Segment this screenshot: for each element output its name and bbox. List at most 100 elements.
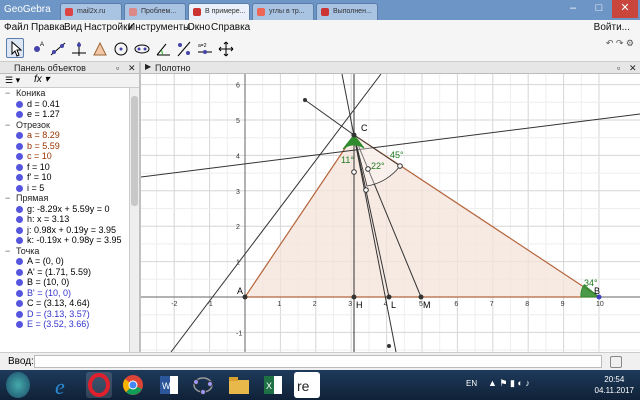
word-icon[interactable]: W: [156, 372, 182, 398]
perpendicular-line-tool-icon[interactable]: [69, 38, 87, 58]
move-tool-icon[interactable]: [6, 38, 24, 58]
algebra-item[interactable]: e = 1.27: [0, 109, 128, 120]
menu-settings[interactable]: Настройки: [84, 22, 133, 33]
point-d[interactable]: [351, 169, 357, 175]
close-view-icon[interactable]: ✕: [629, 63, 637, 74]
visibility-toggle-icon[interactable]: [16, 226, 23, 234]
close-view-icon[interactable]: ✕: [128, 63, 136, 74]
menu-edit[interactable]: Правка: [31, 22, 65, 33]
input-help-icon[interactable]: [610, 356, 622, 368]
visibility-toggle-icon[interactable]: [16, 153, 23, 160]
visibility-toggle-icon[interactable]: [16, 216, 23, 223]
visibility-toggle-icon[interactable]: [16, 310, 23, 318]
point-f[interactable]: [363, 187, 369, 193]
excel-icon[interactable]: X: [260, 372, 286, 398]
start-button-icon[interactable]: [6, 372, 30, 398]
point-h[interactable]: [351, 294, 357, 300]
algebra-item[interactable]: d = 0.41: [0, 99, 128, 110]
menu-help[interactable]: Справка: [211, 22, 250, 33]
undock-icon[interactable]: ▫: [116, 63, 119, 73]
visibility-toggle-icon[interactable]: [16, 184, 23, 192]
visibility-toggle-icon[interactable]: [16, 111, 23, 118]
sort-icon[interactable]: ☰ ▾: [5, 75, 20, 86]
algebra-scrollbar[interactable]: [129, 88, 139, 352]
file-explorer-icon[interactable]: [226, 372, 252, 398]
ellipse-tool-icon[interactable]: [132, 38, 150, 58]
graphics-canvas[interactable]: -2-112345678910 654321-1 A B C H L M 11°…: [141, 74, 640, 352]
ie-browser-icon[interactable]: e: [50, 372, 76, 399]
algebra-category[interactable]: Отрезок: [0, 120, 128, 131]
visibility-toggle-icon[interactable]: [16, 132, 23, 139]
algebra-item[interactable]: c = 10: [0, 151, 128, 162]
angle-tool-icon[interactable]: [153, 38, 171, 58]
algebra-item[interactable]: j: 0.98x + 0.19y = 3.95: [0, 225, 128, 236]
undock-icon[interactable]: ▫: [617, 63, 620, 73]
opera-browser-icon[interactable]: [86, 372, 112, 398]
clock[interactable]: 20:54 04.11.2017: [595, 374, 634, 396]
algebra-item[interactable]: A = (0, 0): [0, 256, 128, 267]
close-icon[interactable]: ✕: [612, 0, 638, 18]
algebra-item[interactable]: D = (3.13, 3.57): [0, 309, 128, 320]
chrome-browser-icon[interactable]: [120, 372, 146, 398]
segment-a-prime[interactable]: [304, 99, 355, 136]
point-a[interactable]: [242, 294, 248, 300]
point-m[interactable]: [418, 294, 424, 300]
menu-file[interactable]: Файл: [4, 22, 29, 33]
menu-view[interactable]: Вид: [64, 22, 82, 33]
algebra-item[interactable]: E = (3.52, 3.66): [0, 319, 128, 330]
algebra-category[interactable]: Точка: [0, 246, 128, 257]
algebra-item[interactable]: f' = 10: [0, 172, 128, 183]
circle-tool-icon[interactable]: [111, 38, 129, 58]
maximize-icon[interactable]: □: [586, 0, 612, 18]
visibility-toggle-icon[interactable]: [16, 268, 23, 276]
visibility-toggle-icon[interactable]: [16, 163, 23, 171]
menu-window[interactable]: Окно: [187, 22, 210, 33]
browser-tab-active[interactable]: В примере...: [188, 3, 250, 20]
algebra-item[interactable]: i = 5: [0, 183, 128, 194]
visibility-toggle-icon[interactable]: [16, 289, 23, 297]
visibility-toggle-icon[interactable]: [16, 321, 23, 328]
algebra-item[interactable]: B = (10, 0): [0, 277, 128, 288]
algebra-item[interactable]: B' = (10, 0): [0, 288, 128, 299]
point-a-prime[interactable]: [303, 98, 307, 102]
language-indicator[interactable]: EN: [466, 379, 477, 388]
geogebra-icon[interactable]: [190, 372, 216, 398]
browser-tab[interactable]: Выполнен...: [316, 3, 378, 20]
algebra-item[interactable]: A' = (1.71, 5.59): [0, 267, 128, 278]
function-input-icon[interactable]: fx ▾: [34, 74, 50, 85]
browser-tab[interactable]: mail2x.ru: [60, 3, 122, 20]
algebra-item[interactable]: f = 10: [0, 162, 128, 173]
line-tool-icon[interactable]: [48, 38, 66, 58]
visibility-toggle-icon[interactable]: [16, 300, 23, 307]
visibility-toggle-icon[interactable]: [16, 142, 23, 150]
algebra-category[interactable]: Прямая: [0, 193, 128, 204]
move-view-tool-icon[interactable]: [216, 38, 234, 58]
reflect-tool-icon[interactable]: [174, 38, 192, 58]
tray-icons[interactable]: ▲ ⚑ ▮ ◐ ♪: [488, 378, 530, 389]
point-e[interactable]: [365, 166, 371, 172]
polygon-tool-icon[interactable]: [90, 38, 108, 58]
point-bottom[interactable]: [387, 344, 391, 348]
browser-tab[interactable]: Проблем...: [124, 3, 186, 20]
algebra-item[interactable]: a = 8.29: [0, 130, 128, 141]
visibility-toggle-icon[interactable]: [16, 205, 23, 213]
view-toggle-icon[interactable]: ▶: [145, 62, 151, 71]
visibility-toggle-icon[interactable]: [16, 174, 23, 181]
algebra-item[interactable]: C = (3.13, 4.64): [0, 298, 128, 309]
visibility-toggle-icon[interactable]: [16, 237, 23, 244]
point-g[interactable]: [397, 163, 403, 169]
point-tool-icon[interactable]: A: [27, 38, 45, 58]
algebra-item[interactable]: k: -0.19x + 0.98y = 3.95: [0, 235, 128, 246]
reader-app-icon[interactable]: re: [294, 372, 320, 398]
visibility-toggle-icon[interactable]: [16, 258, 23, 265]
visibility-toggle-icon[interactable]: [16, 100, 23, 108]
algebra-item[interactable]: g: -8.29x + 5.59y = 0: [0, 204, 128, 215]
menu-tools[interactable]: Инструменты: [128, 22, 190, 33]
minimize-icon[interactable]: –: [560, 0, 586, 18]
algebra-item[interactable]: h: x = 3.13: [0, 214, 128, 225]
command-input[interactable]: [34, 355, 602, 368]
algebra-item[interactable]: b = 5.59: [0, 141, 128, 152]
scrollbar-thumb[interactable]: [131, 96, 138, 206]
algebra-category[interactable]: Коника: [0, 88, 128, 99]
browser-tab[interactable]: углы в тр...: [252, 3, 314, 20]
